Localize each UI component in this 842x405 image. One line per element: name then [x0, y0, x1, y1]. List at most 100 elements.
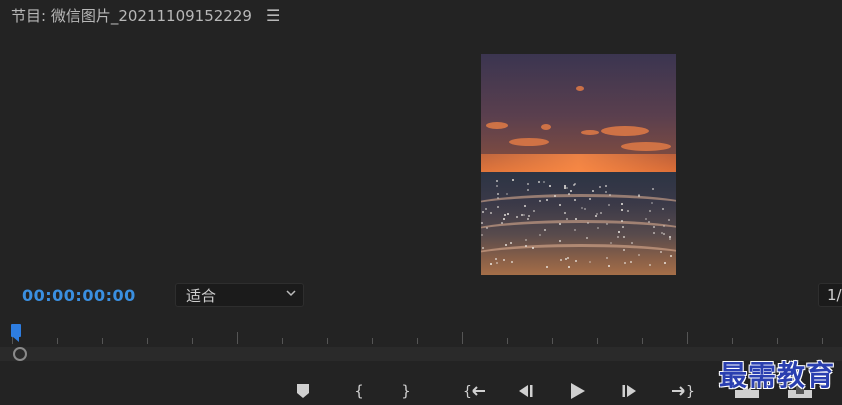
zoom-level-select[interactable]: 适合: [175, 283, 304, 307]
water-sparkle: [618, 231, 620, 233]
playhead-marker[interactable]: [11, 324, 21, 342]
water-sparkle: [638, 195, 640, 197]
ruler-tick: [282, 338, 283, 344]
cloud: [541, 124, 551, 130]
ruler-tick: [462, 332, 463, 344]
water-sparkle: [481, 222, 483, 224]
water-sparkle: [630, 261, 632, 263]
step-back-button[interactable]: [513, 380, 537, 402]
water-sparkle: [595, 215, 597, 217]
cloud: [509, 138, 549, 146]
water-sparkle: [587, 222, 589, 224]
water-sparkle: [546, 199, 548, 201]
ruler-tick: [597, 338, 598, 344]
water-sparkle: [566, 187, 568, 189]
water-sparkle: [490, 212, 492, 214]
transport-controls: { } { }: [0, 378, 842, 405]
mark-in-icon: {: [354, 382, 364, 400]
water-sparkle: [516, 216, 518, 218]
water-sparkle: [606, 223, 608, 225]
water-sparkle: [653, 232, 655, 234]
water-sparkle: [623, 236, 625, 238]
svg-text:}: }: [686, 384, 694, 399]
water-sparkle: [669, 238, 671, 240]
water-sparkle: [543, 181, 545, 183]
water-sparkle: [505, 244, 507, 246]
zoom-scroll-handle[interactable]: [13, 347, 27, 361]
water-sparkle: [608, 265, 610, 267]
water-sparkle: [525, 239, 527, 241]
water-sparkle: [567, 257, 569, 259]
water-sparkle: [568, 193, 570, 195]
water-sparkle: [649, 264, 651, 266]
cloud: [486, 122, 508, 129]
water-sparkle: [538, 181, 540, 183]
sky-glow: [481, 154, 676, 172]
ruler-tick: [507, 338, 508, 344]
ruler-tick: [237, 332, 238, 344]
water-sparkle: [661, 232, 663, 234]
water-sparkle: [525, 245, 527, 247]
water-sparkle: [570, 190, 572, 192]
water-sparkle: [565, 258, 567, 260]
cloud: [601, 126, 649, 136]
water-sparkle: [496, 185, 498, 187]
water-sparkle: [663, 225, 665, 227]
water-sparkle: [653, 226, 655, 228]
program-preview-area[interactable]: [0, 30, 842, 280]
water-sparkle: [566, 218, 568, 220]
go-to-out-icon: }: [672, 384, 694, 399]
water-sparkle: [503, 218, 505, 220]
water-sparkle: [568, 266, 570, 268]
ruler-tick: [732, 338, 733, 344]
water-sparkle: [527, 183, 529, 185]
water-sparkle: [599, 186, 601, 188]
ruler-tick: [192, 338, 193, 344]
water-sparkle: [544, 229, 546, 231]
water-sparkle: [645, 218, 647, 220]
water-sparkle: [596, 213, 598, 215]
hamburger-menu-icon[interactable]: ☰: [266, 6, 280, 25]
water-sparkle: [606, 257, 608, 259]
water-sparkle: [670, 255, 672, 257]
water-sparkle: [624, 262, 626, 264]
panel-title[interactable]: 节目: 微信图片_20211109152229: [11, 5, 252, 26]
water-sparkle: [605, 185, 607, 187]
playback-resolution-value: 1/: [827, 286, 842, 304]
ruler-tick: [642, 338, 643, 344]
go-to-out-button[interactable]: }: [668, 380, 696, 402]
water-sparkle: [649, 210, 651, 212]
ruler-tick: [822, 338, 823, 344]
mark-out-button[interactable]: }: [394, 380, 418, 402]
water-sparkle: [564, 187, 566, 189]
ruler-tick: [372, 338, 373, 344]
water-sparkle: [504, 214, 506, 216]
step-forward-button[interactable]: [618, 380, 642, 402]
mark-in-button[interactable]: {: [347, 380, 371, 402]
play-button[interactable]: [565, 380, 589, 402]
water-sparkle: [621, 209, 623, 211]
water-sparkle: [662, 208, 664, 210]
water-sparkle: [482, 247, 484, 249]
water-sparkle: [533, 210, 535, 212]
water-sparkle: [584, 208, 586, 210]
water-sparkle: [617, 236, 619, 238]
add-marker-button[interactable]: [291, 380, 315, 402]
step-back-icon: [519, 385, 533, 397]
go-to-in-button[interactable]: {: [461, 380, 489, 402]
water-sparkle: [592, 190, 594, 192]
water-sparkle: [501, 222, 503, 224]
water-sparkle: [638, 254, 640, 256]
watermark-logo: 最需教育: [719, 359, 836, 392]
water-sparkle: [663, 233, 665, 235]
zoom-scroll-bar[interactable]: [0, 347, 842, 361]
water-sparkle: [486, 227, 488, 229]
sea: [481, 172, 676, 275]
cloud: [581, 130, 599, 135]
playhead-timecode[interactable]: 00:00:00:00: [22, 286, 136, 305]
playback-resolution-select[interactable]: 1/: [818, 283, 842, 307]
water-sparkle: [608, 204, 610, 206]
water-sparkle: [482, 211, 484, 213]
time-ruler[interactable]: [0, 322, 842, 346]
water-sparkle: [510, 242, 512, 244]
